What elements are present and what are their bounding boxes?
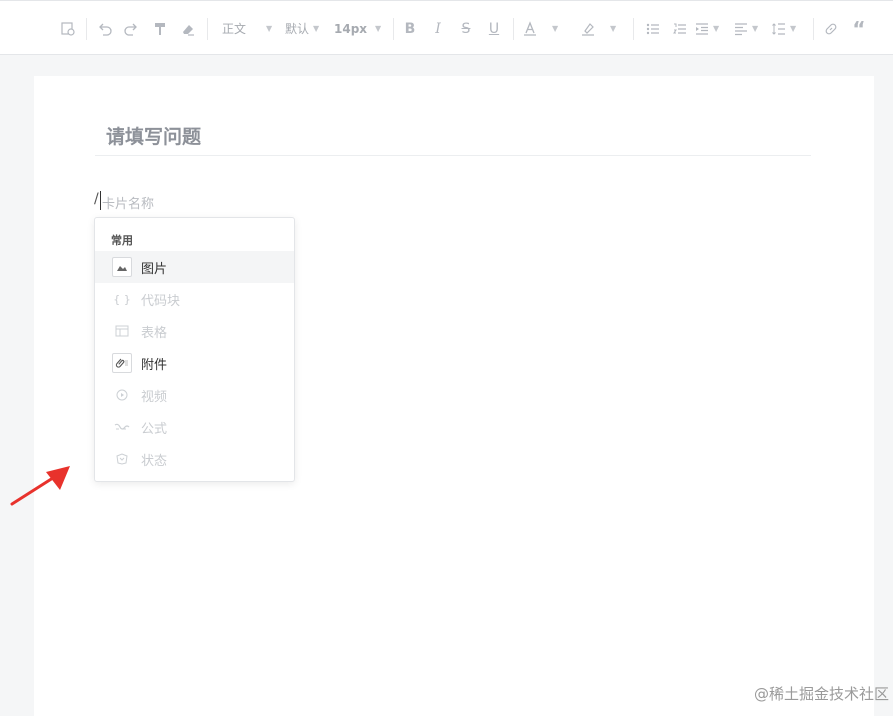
ordered-list-icon[interactable] xyxy=(671,1,689,56)
menu-item-label: 代码块 xyxy=(141,293,181,309)
menu-item-video[interactable]: 视频 xyxy=(95,379,294,411)
editor-toolbar: 正文 ▼ 默认 ▼ 14px ▼ B I S U ▼ ▼ ▼ ▼ ▼ “ xyxy=(0,0,893,55)
clear-format-icon[interactable] xyxy=(58,1,78,56)
font-size-select[interactable]: 14px ▼ xyxy=(334,1,389,56)
title-divider xyxy=(95,155,811,156)
menu-item-attachment[interactable]: 附件 xyxy=(95,347,294,379)
link-icon[interactable] xyxy=(822,1,840,56)
menu-item-table[interactable]: 表格 xyxy=(95,315,294,347)
chevron-down-icon: ▼ xyxy=(752,24,759,33)
bullet-list-icon[interactable] xyxy=(644,1,662,56)
watermark: @稀土掘金技术社区 xyxy=(753,685,889,703)
attachment-icon xyxy=(112,353,132,373)
paragraph-style-value: 正文 xyxy=(222,22,247,36)
menu-item-code-block[interactable]: { } 代码块 xyxy=(95,283,294,315)
status-icon xyxy=(112,449,132,469)
menu-item-label: 公式 xyxy=(141,421,168,437)
video-icon xyxy=(112,385,132,405)
chevron-down-icon: ▼ xyxy=(375,24,382,33)
font-family-select[interactable]: 默认 ▼ xyxy=(285,1,330,56)
font-family-value: 默认 xyxy=(285,22,310,36)
undo-icon[interactable] xyxy=(95,1,115,56)
formula-icon xyxy=(112,417,132,437)
chevron-down-icon: ▼ xyxy=(713,24,720,33)
card-name-placeholder[interactable]: 卡片名称 xyxy=(102,193,154,212)
font-color-icon[interactable]: ▼ xyxy=(522,1,562,56)
menu-item-label: 附件 xyxy=(141,357,168,373)
question-title[interactable]: 请填写问题 xyxy=(106,122,201,149)
strikethrough-icon[interactable]: S xyxy=(457,1,475,56)
table-icon xyxy=(112,321,132,341)
menu-item-label: 状态 xyxy=(141,453,168,469)
quote-icon[interactable]: “ xyxy=(850,1,868,56)
menu-item-formula[interactable]: 公式 xyxy=(95,411,294,443)
chevron-down-icon: ▼ xyxy=(313,24,320,33)
annotation-arrow-icon xyxy=(10,466,70,506)
highlight-icon[interactable]: ▼ xyxy=(580,1,622,56)
menu-item-status[interactable]: 状态 xyxy=(95,443,294,475)
image-icon xyxy=(112,257,132,277)
menu-item-label: 视频 xyxy=(141,389,168,405)
align-left-icon[interactable]: ▼ xyxy=(733,1,769,56)
code-block-icon: { } xyxy=(113,292,131,306)
chevron-down-icon: ▼ xyxy=(552,24,559,33)
menu-section-label: 常用 xyxy=(111,234,133,247)
italic-icon[interactable]: I xyxy=(429,1,447,56)
menu-item-image[interactable]: 图片 xyxy=(95,251,294,283)
text-cursor xyxy=(100,191,101,210)
chevron-down-icon: ▼ xyxy=(266,24,273,33)
indent-icon[interactable]: ▼ xyxy=(694,1,730,56)
format-painter-icon[interactable] xyxy=(150,1,170,56)
menu-item-label: 表格 xyxy=(141,325,168,341)
bold-icon[interactable]: B xyxy=(401,1,419,56)
font-size-value: 14px xyxy=(334,21,368,36)
menu-item-label: 图片 xyxy=(141,261,168,277)
card-insert-menu: 常用 图片 { } 代码块 表格 附件 视频 公式 状态 xyxy=(94,217,295,482)
eraser-icon[interactable] xyxy=(178,1,198,56)
paragraph-style-select[interactable]: 正文 ▼ xyxy=(222,1,282,56)
chevron-down-icon: ▼ xyxy=(790,24,797,33)
slash-command[interactable]: / xyxy=(94,191,99,207)
redo-icon[interactable] xyxy=(121,1,141,56)
line-height-icon[interactable]: ▼ xyxy=(771,1,807,56)
chevron-down-icon: ▼ xyxy=(610,24,617,33)
underline-icon[interactable]: U xyxy=(485,1,503,56)
